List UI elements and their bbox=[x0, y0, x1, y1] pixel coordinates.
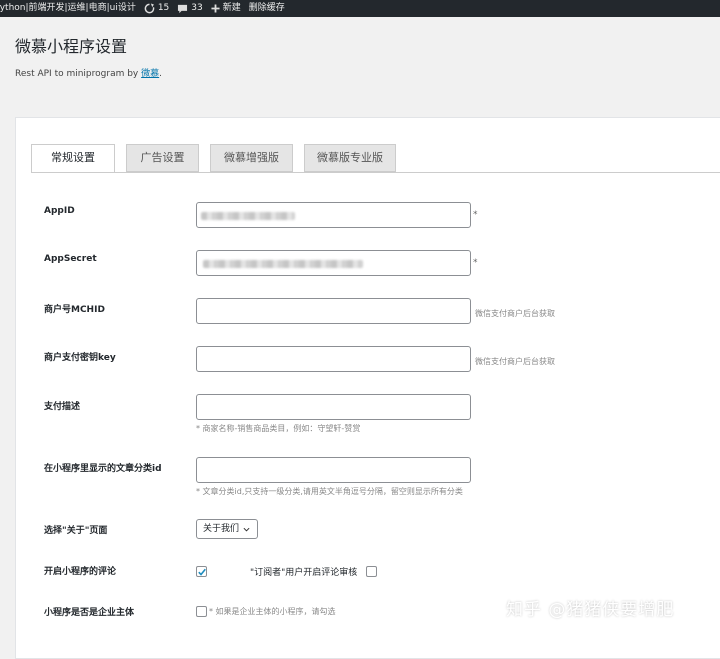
enterprise-label: 小程序是否是企业主体 bbox=[44, 608, 135, 618]
admin-bar: python|前端开发|运维|电商|ui设计 15 33 新建 删除缓存 bbox=[0, 0, 720, 17]
subtitle-prefix: Rest API to miniprogram by bbox=[15, 69, 142, 79]
appsecret-input[interactable] bbox=[196, 250, 471, 276]
redacted-value bbox=[201, 212, 295, 220]
category-label: 在小程序里显示的文章分类id bbox=[44, 464, 162, 474]
appid-label: AppID bbox=[44, 206, 75, 216]
paydesc-label: 支付描述 bbox=[44, 402, 81, 412]
enterprise-hint: * 如果是企业主体的小程序，请勾选 bbox=[209, 607, 336, 616]
admin-bar-new[interactable]: 新建 bbox=[211, 0, 241, 17]
appsecret-required-mark: * bbox=[473, 258, 478, 268]
tab-general[interactable]: 常规设置 bbox=[31, 144, 115, 173]
about-page-select[interactable]: 关于我们 bbox=[196, 519, 258, 539]
chevron-down-icon bbox=[243, 527, 250, 532]
tab-enhanced[interactable]: 微慕增强版 bbox=[210, 144, 293, 172]
about-label: 选择"关于"页面 bbox=[44, 526, 108, 536]
category-hint: * 文章分类id,只支持一级分类,请用英文半角逗号分隔，留空则显示所有分类 bbox=[196, 487, 463, 496]
comment-icon bbox=[178, 4, 188, 13]
comments-label: 开启小程序的评论 bbox=[44, 567, 117, 577]
paydesc-input[interactable] bbox=[196, 394, 471, 420]
mchid-hint: 微信支付商户后台获取 bbox=[475, 309, 555, 318]
tab-divider bbox=[31, 172, 720, 173]
admin-bar-site-link[interactable]: python|前端开发|运维|电商|ui设计 bbox=[0, 0, 136, 17]
page-subtitle: Rest API to miniprogram by 微慕. bbox=[15, 66, 162, 79]
new-label: 新建 bbox=[222, 3, 241, 13]
appid-required-mark: * bbox=[473, 210, 478, 220]
mchid-label: 商户号MCHID bbox=[44, 305, 105, 315]
checkmark-icon bbox=[198, 568, 206, 576]
enterprise-checkbox[interactable] bbox=[196, 606, 207, 617]
site-name: python|前端开发|运维|电商|ui设计 bbox=[0, 3, 136, 13]
about-page-selected: 关于我们 bbox=[203, 524, 240, 534]
enable-comments-checkbox[interactable] bbox=[196, 566, 207, 577]
appid-input[interactable] bbox=[196, 202, 471, 228]
paykey-label: 商户支付密钥key bbox=[44, 353, 116, 363]
admin-bar-clear-cache[interactable]: 删除缓存 bbox=[249, 0, 285, 17]
subscriber-review-checkbox[interactable] bbox=[366, 566, 377, 577]
category-input[interactable] bbox=[196, 457, 471, 483]
redacted-value bbox=[203, 260, 363, 268]
author-link[interactable]: 微慕 bbox=[141, 69, 159, 79]
paydesc-hint: * 商家名称-销售商品类目，例如：守望轩-赞赏 bbox=[196, 424, 361, 433]
plus-icon bbox=[211, 4, 220, 13]
updates-count: 15 bbox=[157, 3, 170, 13]
mchid-input[interactable] bbox=[196, 298, 471, 324]
paykey-hint: 微信支付商户后台获取 bbox=[475, 357, 555, 366]
subtitle-suffix: . bbox=[159, 69, 163, 79]
appsecret-label: AppSecret bbox=[44, 254, 97, 264]
tab-professional[interactable]: 微慕版专业版 bbox=[304, 144, 396, 172]
clear-cache-label: 删除缓存 bbox=[248, 3, 285, 13]
updates-icon bbox=[144, 3, 155, 14]
comments-count: 33 bbox=[191, 3, 203, 13]
subscriber-review-label: "订阅者"用户开启评论审核 bbox=[250, 568, 358, 578]
watermark: 知乎 @猪猪侠要增肥 bbox=[506, 600, 675, 620]
settings-panel: 常规设置 广告设置 微慕增强版 微慕版专业版 AppID * AppSecret… bbox=[15, 117, 720, 659]
admin-bar-comments[interactable]: 33 bbox=[177, 0, 203, 17]
paykey-input[interactable] bbox=[196, 346, 471, 372]
admin-bar-updates[interactable]: 15 bbox=[144, 0, 169, 17]
page-title: 微慕小程序设置 bbox=[15, 37, 128, 56]
tab-ads[interactable]: 广告设置 bbox=[126, 144, 199, 172]
